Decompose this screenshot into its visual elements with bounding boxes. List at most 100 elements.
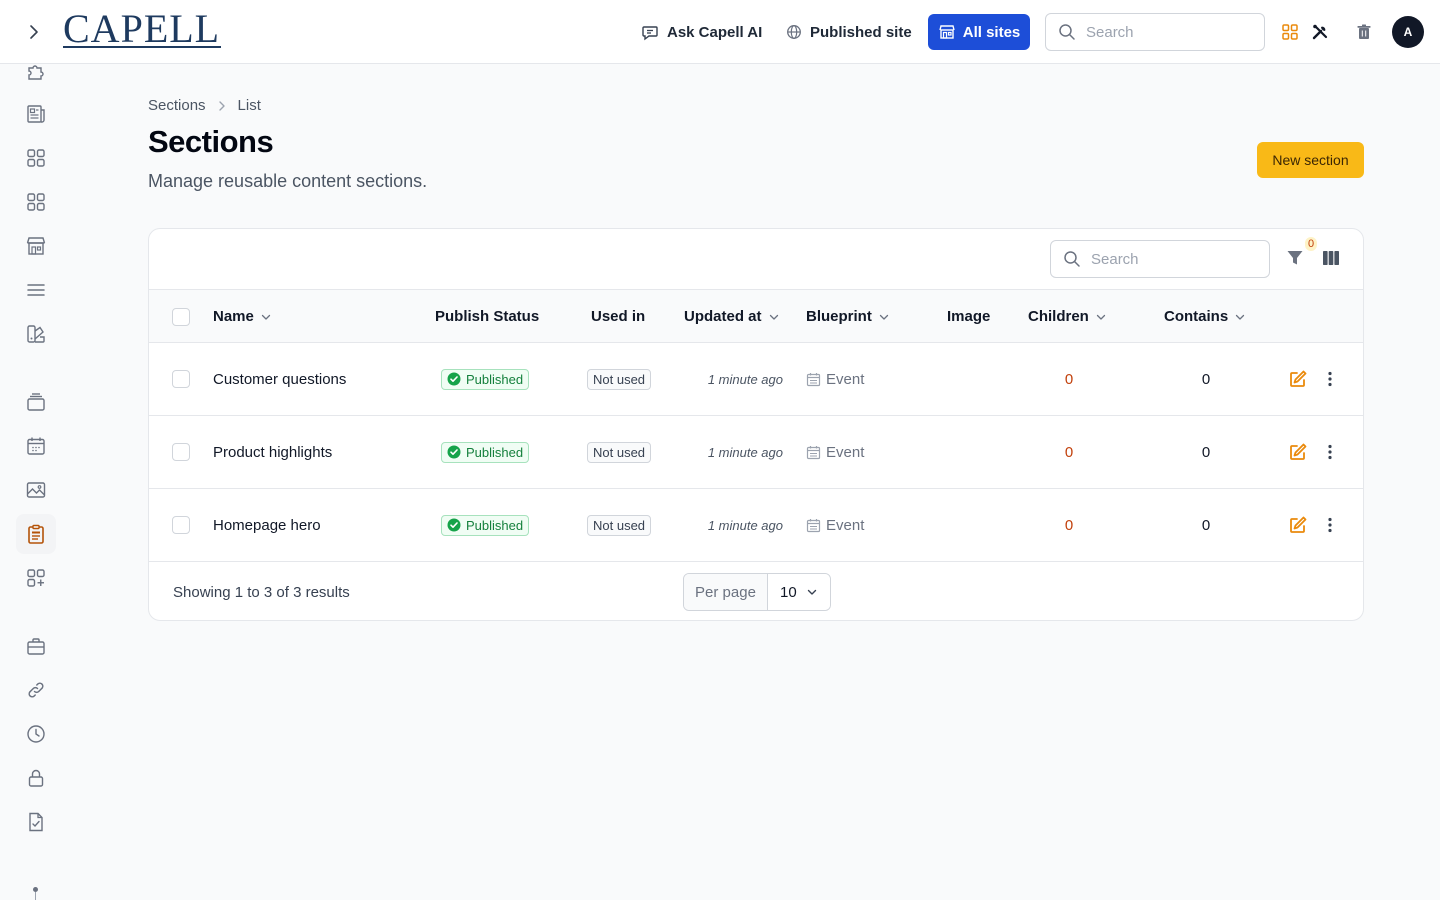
sidebar-item-forms[interactable] <box>16 802 56 842</box>
not-used-badge: Not used <box>587 368 652 390</box>
sidebar-item-sections[interactable] <box>16 514 56 554</box>
per-page-value: 10 <box>780 583 797 601</box>
sections-table-card: 0 Name Publish Status Used in Updated at… <box>148 228 1364 621</box>
column-header-name[interactable]: Name <box>213 290 272 343</box>
select-all-checkbox[interactable] <box>172 308 190 326</box>
sidebar-item-pages[interactable] <box>16 94 56 134</box>
table-footer: Showing 1 to 3 of 3 results Per page 10 <box>149 562 1363 620</box>
row-blueprint-cell: Event <box>806 416 864 488</box>
column-header-used-in-label: Used in <box>591 308 646 325</box>
per-page-select[interactable]: 10 <box>768 574 830 610</box>
edit-button[interactable] <box>1287 514 1309 536</box>
calendar-icon <box>806 518 821 532</box>
apps-button[interactable] <box>1278 20 1302 44</box>
sidebar-item-collections[interactable] <box>16 382 56 422</box>
top-bar: CAPELL Ask Capell AI Published site All … <box>0 0 1440 64</box>
breadcrumb: Sections List <box>148 97 261 114</box>
sidebar-item-media[interactable] <box>16 470 56 510</box>
row-updated-at: 1 minute ago <box>707 371 783 387</box>
column-header-blueprint[interactable]: Blueprint <box>806 290 890 343</box>
table-row[interactable]: Customer questions Published Not used 1 … <box>149 343 1363 416</box>
row-children[interactable]: 0 <box>1049 416 1089 488</box>
all-sites-button[interactable]: All sites <box>928 14 1030 50</box>
logo-text: CAPELL <box>63 6 221 51</box>
sidebar-item-permissions[interactable] <box>16 758 56 798</box>
document-check-icon <box>29 812 43 832</box>
breadcrumb-sections[interactable]: Sections <box>148 97 206 114</box>
column-header-contains[interactable]: Contains <box>1164 290 1246 343</box>
chevron-right-icon <box>30 25 38 39</box>
image-icon <box>26 482 46 498</box>
row-name[interactable]: Product highlights <box>213 416 332 488</box>
user-avatar[interactable]: A <box>1392 16 1424 48</box>
column-header-children[interactable]: Children <box>1028 290 1107 343</box>
more-vertical-icon <box>1328 371 1332 387</box>
trash-button[interactable] <box>1352 20 1376 44</box>
page-subtitle: Manage reusable content sections. <box>148 171 428 191</box>
toggle-columns-button[interactable] <box>1320 247 1342 269</box>
chevron-down-icon <box>807 589 817 595</box>
published-site-label: Published site <box>810 23 912 41</box>
row-children[interactable]: 0 <box>1049 343 1089 415</box>
row-used-in-cell: Not used <box>587 489 652 561</box>
sidebar-item-add-block[interactable] <box>16 558 56 598</box>
published-badge: Published <box>441 368 530 390</box>
published-site-link[interactable]: Published site <box>786 20 912 44</box>
column-header-image: Image <box>947 290 990 343</box>
edit-button[interactable] <box>1287 441 1309 463</box>
row-name[interactable]: Customer questions <box>213 343 346 415</box>
column-header-updated-at[interactable]: Updated at <box>684 290 780 343</box>
sidebar-resize-stem <box>35 892 36 900</box>
lock-icon <box>28 769 44 787</box>
published-badge: Published <box>441 441 530 463</box>
column-header-publish-status: Publish Status <box>435 290 539 343</box>
menu-lines-icon <box>27 284 45 296</box>
capell-logo[interactable]: CAPELL <box>63 9 221 51</box>
global-search-input[interactable] <box>1086 23 1236 41</box>
newspaper-icon <box>27 105 45 123</box>
new-section-button[interactable]: New section <box>1257 142 1364 178</box>
row-children[interactable]: 0 <box>1049 489 1089 561</box>
tools-button[interactable] <box>1308 20 1332 44</box>
sidebar <box>0 65 72 900</box>
sidebar-item-links[interactable] <box>16 670 56 710</box>
storefront-icon <box>939 25 955 39</box>
sidebar-item-history[interactable] <box>16 714 56 754</box>
table-search[interactable] <box>1050 240 1270 278</box>
row-checkbox[interactable] <box>172 516 190 534</box>
sidebar-item-menus[interactable] <box>16 270 56 310</box>
sidebar-item-components[interactable] <box>16 182 56 222</box>
row-checkbox[interactable] <box>172 443 190 461</box>
table-row[interactable]: Product highlights Published Not used 1 … <box>149 416 1363 489</box>
row-checkbox[interactable] <box>172 370 190 388</box>
sidebar-item-sites[interactable] <box>16 226 56 266</box>
global-search[interactable] <box>1045 13 1265 51</box>
chevron-down-icon <box>261 314 271 320</box>
check-circle-icon <box>447 445 461 459</box>
column-header-image-label: Image <box>947 308 991 325</box>
sidebar-item-extensions[interactable] <box>16 51 56 91</box>
trash-icon <box>1357 24 1371 39</box>
table-search-input[interactable] <box>1091 250 1241 268</box>
table-header: Name Publish Status Used in Updated at B… <box>149 290 1363 343</box>
expand-sidebar-button[interactable] <box>20 18 48 46</box>
table-row[interactable]: Homepage hero Published Not used 1 minut… <box>149 489 1363 562</box>
sidebar-item-events[interactable] <box>16 426 56 466</box>
more-actions-button[interactable] <box>1319 514 1341 536</box>
row-name[interactable]: Homepage hero <box>213 489 321 561</box>
more-actions-button[interactable] <box>1319 441 1341 463</box>
chevron-down-icon <box>769 314 778 320</box>
sidebar-item-jobs[interactable] <box>16 626 56 666</box>
ask-ai-button[interactable]: Ask Capell AI <box>641 20 762 44</box>
sidebar-item-blocks[interactable] <box>16 138 56 178</box>
filter-button[interactable] <box>1284 247 1306 269</box>
more-actions-button[interactable] <box>1319 368 1341 390</box>
calendar-icon <box>806 372 821 386</box>
edit-button[interactable] <box>1287 368 1309 390</box>
columns-icon <box>1323 251 1339 265</box>
row-contains: 0 <box>1201 370 1211 388</box>
filter-icon <box>1287 251 1303 265</box>
grid-icon <box>27 149 45 167</box>
sidebar-item-themes[interactable] <box>16 314 56 354</box>
briefcase-icon <box>27 638 45 655</box>
